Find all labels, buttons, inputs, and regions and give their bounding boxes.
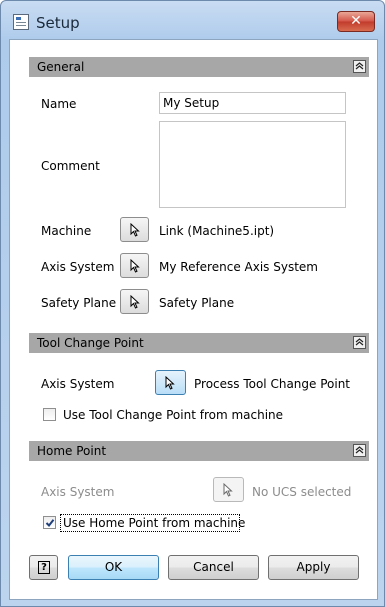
- close-button[interactable]: ✕: [337, 11, 375, 32]
- axis-system-value: My Reference Axis System: [159, 260, 318, 274]
- chevron-up-icon: [355, 338, 364, 346]
- help-button[interactable]: ?: [29, 555, 58, 580]
- check-icon: [45, 519, 55, 528]
- collapse-general-button[interactable]: [353, 60, 366, 73]
- tool-change-section-header[interactable]: Tool Change Point: [29, 333, 369, 353]
- name-input[interactable]: My Setup: [159, 92, 346, 114]
- tool-change-axis-label: Axis System: [41, 377, 115, 391]
- comment-label: Comment: [41, 159, 100, 173]
- home-point-axis-value: No UCS selected: [252, 485, 352, 499]
- cancel-button[interactable]: Cancel: [168, 555, 259, 580]
- general-section-header[interactable]: General: [29, 57, 369, 77]
- home-point-axis-label: Axis System: [41, 485, 115, 499]
- dialog-body: General Name My Setup Comment Machine Li…: [9, 39, 378, 600]
- setup-dialog: Setup ✕ General Name My Setup Comment Ma…: [0, 0, 385, 607]
- safety-plane-value: Safety Plane: [159, 296, 235, 310]
- window-title: Setup: [36, 14, 80, 32]
- machine-select-button[interactable]: [120, 217, 149, 242]
- ok-button[interactable]: OK: [68, 555, 159, 580]
- tool-change-section-title: Tool Change Point: [37, 336, 144, 350]
- help-icon: ?: [38, 561, 50, 574]
- axis-system-select-button[interactable]: [120, 253, 149, 278]
- tool-change-from-machine-checkbox[interactable]: [43, 408, 56, 421]
- machine-value: Link (Machine5.ipt): [159, 224, 275, 238]
- close-icon: ✕: [350, 13, 362, 29]
- chevron-up-icon: [355, 446, 364, 454]
- collapse-home-point-button[interactable]: [353, 444, 366, 457]
- comment-textarea[interactable]: [159, 121, 346, 208]
- cursor-arrow-icon: [130, 259, 140, 273]
- cursor-arrow-icon: [223, 483, 233, 497]
- cursor-arrow-icon: [165, 376, 175, 390]
- apply-button[interactable]: Apply: [268, 555, 359, 580]
- safety-plane-select-button[interactable]: [120, 289, 149, 314]
- title-bar[interactable]: Setup ✕: [1, 1, 384, 39]
- safety-plane-label: Safety Plane: [41, 296, 117, 310]
- machine-label: Machine: [41, 224, 92, 238]
- cursor-arrow-icon: [130, 223, 140, 237]
- tool-change-axis-value: Process Tool Change Point: [194, 377, 351, 391]
- home-point-axis-select-button: [213, 477, 244, 502]
- collapse-tool-change-button[interactable]: [353, 336, 366, 349]
- tool-change-from-machine-label[interactable]: Use Tool Change Point from machine: [63, 408, 283, 422]
- tool-change-axis-select-button[interactable]: [155, 370, 186, 395]
- chevron-up-icon: [355, 62, 364, 70]
- cursor-arrow-icon: [130, 295, 140, 309]
- home-point-section-title: Home Point: [37, 444, 107, 458]
- home-point-from-machine-checkbox[interactable]: [43, 516, 56, 529]
- home-point-from-machine-label[interactable]: Use Home Point from machine: [63, 516, 245, 530]
- general-section-title: General: [37, 60, 85, 74]
- name-label: Name: [41, 97, 77, 111]
- axis-system-label: Axis System: [41, 260, 115, 274]
- home-point-section-header[interactable]: Home Point: [29, 441, 369, 461]
- app-icon: [13, 14, 29, 30]
